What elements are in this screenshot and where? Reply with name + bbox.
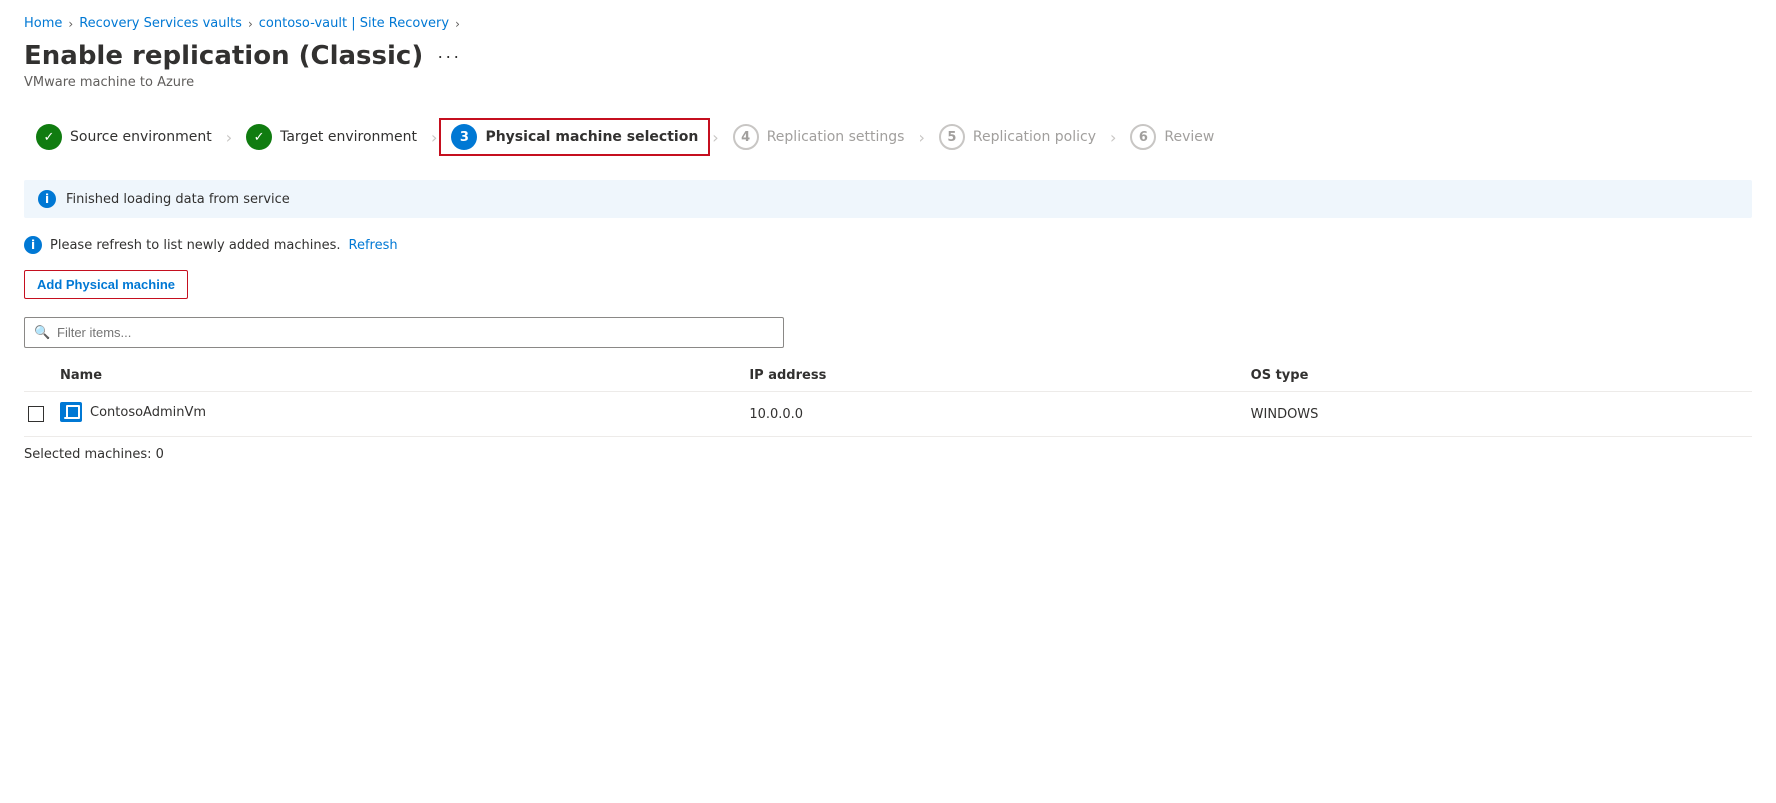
refresh-notice-text: Please refresh to list newly added machi… [50,238,341,253]
info-banner: i Finished loading data from service [24,180,1752,218]
selected-count: Selected machines: 0 [24,447,1752,462]
step-label-review: Review [1164,129,1214,145]
step-sep-2: › [429,128,439,147]
breadcrumb: Home › Recovery Services vaults › contos… [24,16,1752,31]
filter-input[interactable] [24,317,784,348]
step-label-rep-policy: Replication policy [973,129,1096,145]
step-label-target: Target environment [280,129,417,145]
more-options-button[interactable]: ··· [433,46,465,67]
vm-icon-name: ContosoAdminVm [60,402,206,422]
page-header: Enable replication (Classic) ··· [24,41,1752,71]
row-name-cell: ContosoAdminVm [60,392,749,437]
breadcrumb-home[interactable]: Home [24,16,62,31]
page-subtitle: VMware machine to Azure [24,75,1752,90]
step-circle-rep-settings: 4 [733,124,759,150]
breadcrumb-recovery[interactable]: Recovery Services vaults [79,16,242,31]
step-sep-4: › [916,128,926,147]
step-replication-settings[interactable]: 4 Replication settings [721,118,917,156]
refresh-notice: i Please refresh to list newly added mac… [24,236,1752,254]
step-circle-physical: 3 [451,124,477,150]
step-sep-5: › [1108,128,1118,147]
table-row: ContosoAdminVm 10.0.0.0 WINDOWS [24,392,1752,437]
step-circle-target: ✓ [246,124,272,150]
row-ip-cell: 10.0.0.0 [749,392,1250,437]
filter-row: 🔍 [24,317,1752,348]
refresh-info-icon: i [24,236,42,254]
info-icon: i [38,190,56,208]
machine-table: Name IP address OS type ContosoAdminVm 1… [24,360,1752,437]
breadcrumb-vault[interactable]: contoso-vault | Site Recovery [259,16,449,31]
step-source[interactable]: ✓ Source environment [24,118,224,156]
row-name: ContosoAdminVm [90,405,206,420]
step-label-source: Source environment [70,129,212,145]
step-review[interactable]: 6 Review [1118,118,1226,156]
col-header-name: Name [60,360,749,392]
vm-icon-img [60,402,82,422]
row-ip: 10.0.0.0 [749,407,803,422]
breadcrumb-sep2: › [248,17,253,31]
step-physical[interactable]: 3 Physical machine selection [439,118,710,156]
info-banner-text: Finished loading data from service [66,192,290,207]
step-circle-source: ✓ [36,124,62,150]
col-header-ip: IP address [749,360,1250,392]
refresh-link[interactable]: Refresh [349,238,398,253]
step-label-physical: Physical machine selection [485,129,698,145]
page-title: Enable replication (Classic) [24,41,423,71]
step-circle-rep-policy: 5 [939,124,965,150]
step-target[interactable]: ✓ Target environment [234,118,429,156]
breadcrumb-sep1: › [68,17,73,31]
wizard-steps: ✓ Source environment › ✓ Target environm… [24,118,1752,156]
breadcrumb-sep3: › [455,17,460,31]
row-checkbox[interactable] [28,406,44,422]
col-header-checkbox [24,360,60,392]
step-label-rep-settings: Replication settings [767,129,905,145]
row-os: WINDOWS [1251,407,1319,422]
row-os-cell: WINDOWS [1251,392,1752,437]
col-header-os: OS type [1251,360,1752,392]
step-circle-review: 6 [1130,124,1156,150]
step-sep-1: › [224,128,234,147]
step-sep-3: › [710,128,720,147]
add-physical-machine-button[interactable]: Add Physical machine [24,270,188,299]
row-checkbox-cell [24,392,60,437]
step-replication-policy[interactable]: 5 Replication policy [927,118,1108,156]
